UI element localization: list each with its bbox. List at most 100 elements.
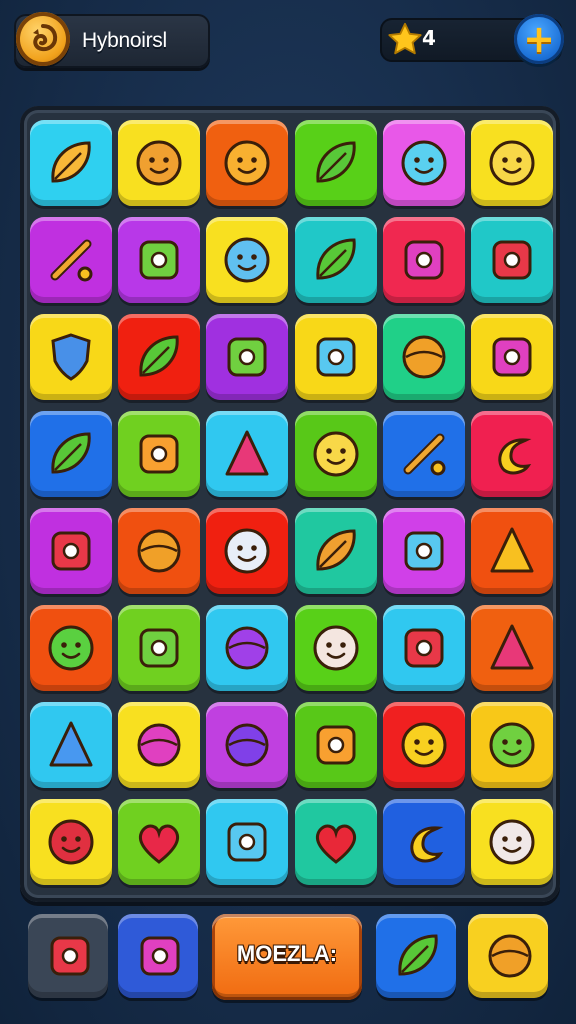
- heart-leaf-icon: [316, 141, 356, 183]
- board-tile[interactable]: [294, 120, 377, 206]
- globe-bird-button[interactable]: [468, 914, 548, 998]
- dolphin-icon: [140, 936, 180, 976]
- book-icon: [51, 531, 91, 571]
- swirl-emblem-icon[interactable]: [16, 12, 70, 66]
- board-tile[interactable]: [294, 314, 377, 400]
- green-leaf-button[interactable]: [376, 914, 456, 998]
- board-tile[interactable]: [382, 508, 465, 594]
- board-tile[interactable]: [206, 120, 289, 206]
- smiley-face-icon: [489, 140, 535, 186]
- board-tile[interactable]: [118, 702, 201, 788]
- cloud-face-icon: [401, 140, 447, 186]
- board-tile[interactable]: [382, 120, 465, 206]
- bubble-icon: [225, 626, 269, 670]
- banana-icon: [498, 438, 532, 475]
- board-tile[interactable]: [206, 508, 289, 594]
- board-tile[interactable]: [206, 799, 289, 885]
- globe-bird-icon: [488, 934, 532, 978]
- smiling-blob-icon: [224, 140, 270, 186]
- board-tile[interactable]: [382, 314, 465, 400]
- chat-bubble-icon: [402, 335, 446, 379]
- board-tile[interactable]: [30, 799, 112, 885]
- star-icon: [388, 22, 422, 55]
- board-tile[interactable]: [206, 217, 289, 303]
- robot-box-icon: [316, 337, 356, 377]
- board-tile[interactable]: [471, 411, 553, 497]
- game-board: [20, 106, 560, 902]
- board-tile[interactable]: [118, 508, 201, 594]
- dolphin-button[interactable]: [118, 914, 198, 998]
- maple-leaf-icon: [51, 141, 91, 183]
- ghost-icon: [224, 528, 270, 574]
- map-pin-icon: [404, 240, 444, 280]
- goat-icon: [50, 936, 90, 976]
- wrench-icon: [403, 433, 446, 476]
- board-tile[interactable]: [206, 411, 289, 497]
- yellow-face-icon: [401, 722, 447, 768]
- board-tile[interactable]: [118, 314, 201, 400]
- board-tile[interactable]: [118, 217, 201, 303]
- board-tile[interactable]: [294, 799, 377, 885]
- board-tile[interactable]: [471, 314, 553, 400]
- crayon-icon: [49, 721, 93, 767]
- board-tile[interactable]: [118, 411, 201, 497]
- arrow-icon: [490, 624, 534, 670]
- green-face-icon: [489, 722, 535, 768]
- board-tile[interactable]: [294, 605, 377, 691]
- board-tile[interactable]: [294, 508, 377, 594]
- treasure-chest-icon: [139, 434, 179, 474]
- board-tile[interactable]: [30, 217, 112, 303]
- red-spiky-icon: [48, 819, 94, 865]
- board-tile[interactable]: [382, 605, 465, 691]
- board-tile[interactable]: [471, 702, 553, 788]
- board-tile[interactable]: [382, 411, 465, 497]
- board-tile[interactable]: [294, 411, 377, 497]
- hand-truck-icon: [404, 628, 444, 668]
- board-tile[interactable]: [206, 605, 289, 691]
- board-tile[interactable]: [471, 120, 553, 206]
- leaf-icon: [316, 238, 356, 280]
- green-blob-icon: [48, 625, 94, 671]
- crossed-tools-icon: [50, 239, 93, 282]
- board-tile[interactable]: [471, 799, 553, 885]
- board-tile[interactable]: [118, 799, 201, 885]
- player-profile[interactable]: Hybnoirsl: [14, 12, 210, 68]
- board-tile[interactable]: [382, 799, 465, 885]
- board-tile[interactable]: [471, 217, 553, 303]
- cannon-icon: [139, 628, 179, 668]
- bear-face-icon: [136, 140, 182, 186]
- board-tile[interactable]: [294, 702, 377, 788]
- board-tile[interactable]: [118, 605, 201, 691]
- football-icon: [316, 725, 356, 765]
- paper-bag-icon: [404, 531, 444, 571]
- shield-icon: [51, 333, 91, 381]
- board-tile[interactable]: [294, 217, 377, 303]
- board-tile[interactable]: [206, 702, 289, 788]
- board-tile[interactable]: [118, 120, 201, 206]
- board-tile[interactable]: [471, 605, 553, 691]
- globe-icon: [137, 529, 181, 573]
- red-drop-icon: [315, 824, 356, 864]
- board-tile[interactable]: [30, 508, 112, 594]
- board-tile[interactable]: [30, 120, 112, 206]
- goat-button[interactable]: [28, 914, 108, 998]
- main-action-button[interactable]: MOEZLA:: [212, 914, 362, 1000]
- board-tile[interactable]: [206, 314, 289, 400]
- board-tile[interactable]: [382, 217, 465, 303]
- player-name: Hybnoirsl: [82, 29, 167, 52]
- toy-car-icon: [492, 337, 532, 377]
- board-tile[interactable]: [30, 411, 112, 497]
- smiley-face-icon: [313, 431, 359, 477]
- planet-icon: [225, 723, 269, 767]
- arrow-up-icon: [225, 430, 269, 476]
- board-tile[interactable]: [382, 702, 465, 788]
- board-tile[interactable]: [30, 702, 112, 788]
- doll-face-icon: [313, 625, 359, 671]
- gear-ring-icon: [137, 723, 181, 767]
- board-tile[interactable]: [471, 508, 553, 594]
- board-tile[interactable]: [30, 605, 112, 691]
- board-tile[interactable]: [30, 314, 112, 400]
- add-stars-button[interactable]: +: [514, 14, 564, 64]
- vase-face-icon: [224, 237, 270, 283]
- leaf-bubble-icon: [139, 335, 179, 377]
